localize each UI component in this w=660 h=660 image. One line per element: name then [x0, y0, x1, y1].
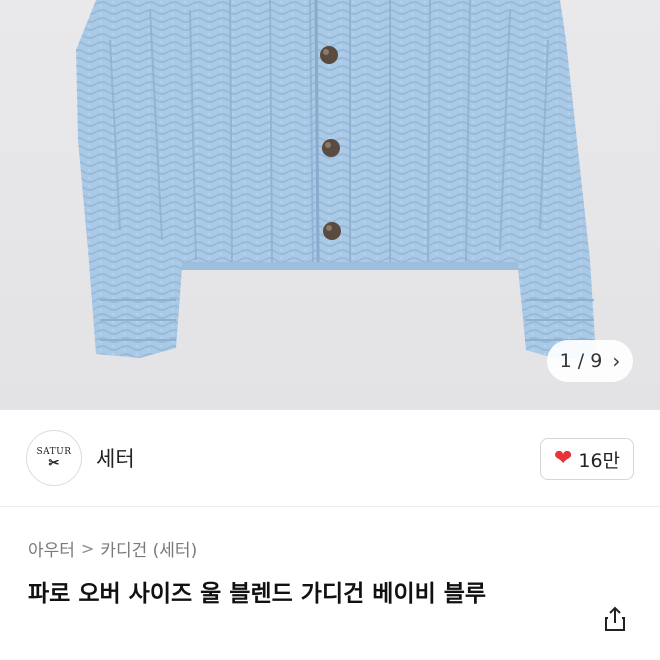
product-image-gallery[interactable]: 1 / 9 ›	[0, 0, 660, 410]
counter-total: 9	[590, 350, 603, 372]
counter-current: 1	[559, 350, 572, 372]
breadcrumb-subcategory[interactable]: 카디건 (세터)	[100, 536, 197, 561]
share-icon[interactable]	[600, 604, 630, 634]
product-title: 파로 오버 사이즈 울 블렌드 가디건 베이비 블루	[28, 581, 487, 607]
brand-logo-mark: ✂	[48, 456, 60, 471]
brand-logo[interactable]: SATUR ✂	[26, 430, 82, 486]
like-button[interactable]: ❤ 16만	[540, 438, 634, 480]
like-count: 16만	[578, 449, 621, 472]
brand-row: SATUR ✂ 세터 ❤ 16만	[0, 410, 660, 506]
breadcrumb-category[interactable]: 아우터	[28, 536, 75, 561]
chevron-right-icon[interactable]: ›	[612, 349, 620, 373]
section-divider	[0, 506, 660, 507]
breadcrumb: 아우터 > 카디건 (세터)	[28, 536, 197, 561]
breadcrumb-separator: >	[80, 539, 95, 558]
image-counter[interactable]: 1 / 9 ›	[547, 340, 633, 382]
heart-icon: ❤	[553, 446, 573, 471]
brand-name[interactable]: 세터	[96, 443, 135, 473]
counter-separator: /	[577, 350, 585, 372]
